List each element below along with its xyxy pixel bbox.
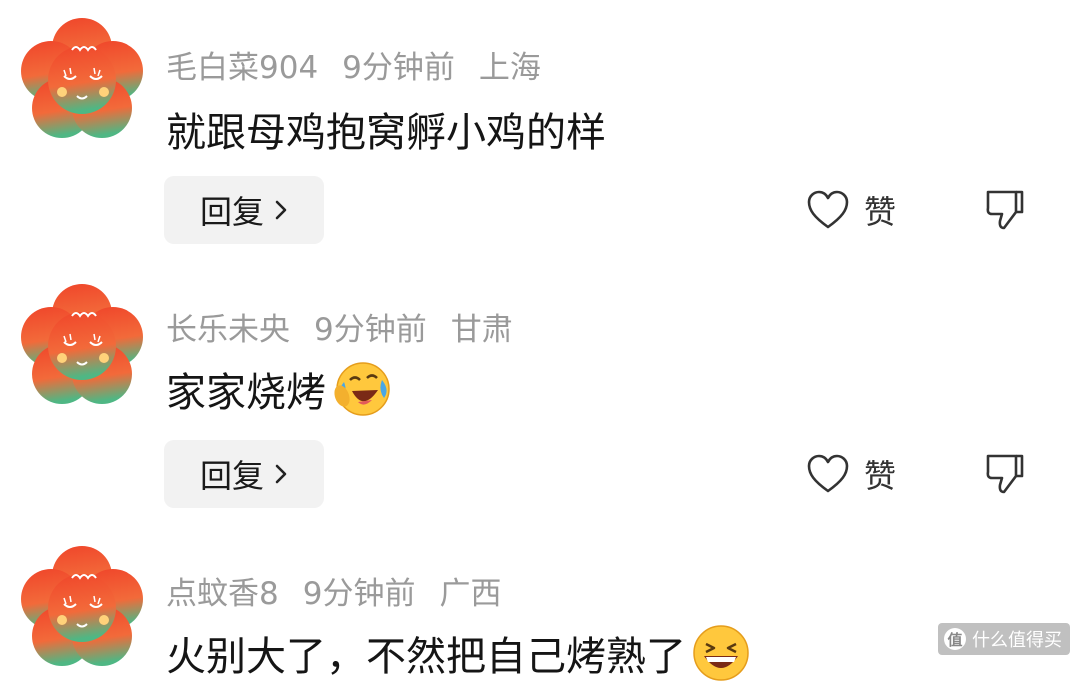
avatar[interactable] <box>20 546 144 670</box>
watermark: 值 什么值得买 <box>938 623 1070 655</box>
heart-icon <box>807 190 849 229</box>
comment-text: 火别大了，不然把自己烤熟了 <box>166 620 752 686</box>
comment-text-body: 就跟母鸡抱窝孵小鸡的样 <box>166 110 606 156</box>
dislike-button[interactable] <box>982 176 1028 244</box>
like-button[interactable]: 赞 <box>806 176 896 244</box>
like-button[interactable]: 赞 <box>806 440 896 508</box>
grinning-emoji-icon <box>693 625 749 681</box>
username[interactable]: 毛白菜904 <box>166 42 318 87</box>
flower-avatar-icon <box>21 18 143 138</box>
heart-icon <box>807 454 849 493</box>
comment-meta: 长乐未央 9分钟前 甘肃 <box>166 304 513 349</box>
comment-time: 9分钟前 <box>342 49 455 86</box>
comment-meta: 点蚊香8 9分钟前 广西 <box>166 568 502 613</box>
flower-avatar-icon <box>21 284 143 404</box>
dislike-button[interactable] <box>982 440 1028 508</box>
avatar[interactable] <box>20 18 144 142</box>
thumbs-down-icon <box>986 454 1024 494</box>
comment-time: 9分钟前 <box>302 575 416 612</box>
like-label: 赞 <box>864 193 897 231</box>
comment-location: 上海 <box>478 49 541 86</box>
watermark-text: 什么值得买 <box>972 630 1062 651</box>
comment-location: 甘肃 <box>450 311 513 348</box>
comment-text: 就跟母鸡抱窝孵小鸡的样 <box>166 100 606 158</box>
comment-text-body: 火别大了，不然把自己烤熟了 <box>166 634 686 680</box>
chevron-right-icon <box>275 200 287 220</box>
reply-label: 回复 <box>199 193 264 231</box>
reply-label: 回复 <box>199 457 264 495</box>
like-label: 赞 <box>864 457 897 495</box>
username[interactable]: 点蚊香8 <box>166 568 279 613</box>
avatar[interactable] <box>20 284 144 408</box>
comment-location: 广西 <box>439 575 502 612</box>
comment-text: 家家烧烤 <box>166 356 392 422</box>
reply-button[interactable]: 回复 <box>164 440 324 508</box>
comment-text-body: 家家烧烤 <box>166 370 326 416</box>
username[interactable]: 长乐未央 <box>166 304 290 349</box>
reply-button[interactable]: 回复 <box>164 176 324 244</box>
comment-time: 9分钟前 <box>314 311 427 348</box>
thumbs-down-icon <box>986 190 1024 230</box>
watermark-logo-icon: 值 <box>944 628 966 650</box>
flower-avatar-icon <box>21 546 143 666</box>
laughing-crying-emoji-icon <box>334 362 390 416</box>
comment-meta: 毛白菜904 9分钟前 上海 <box>166 42 541 87</box>
chevron-right-icon <box>275 464 287 484</box>
